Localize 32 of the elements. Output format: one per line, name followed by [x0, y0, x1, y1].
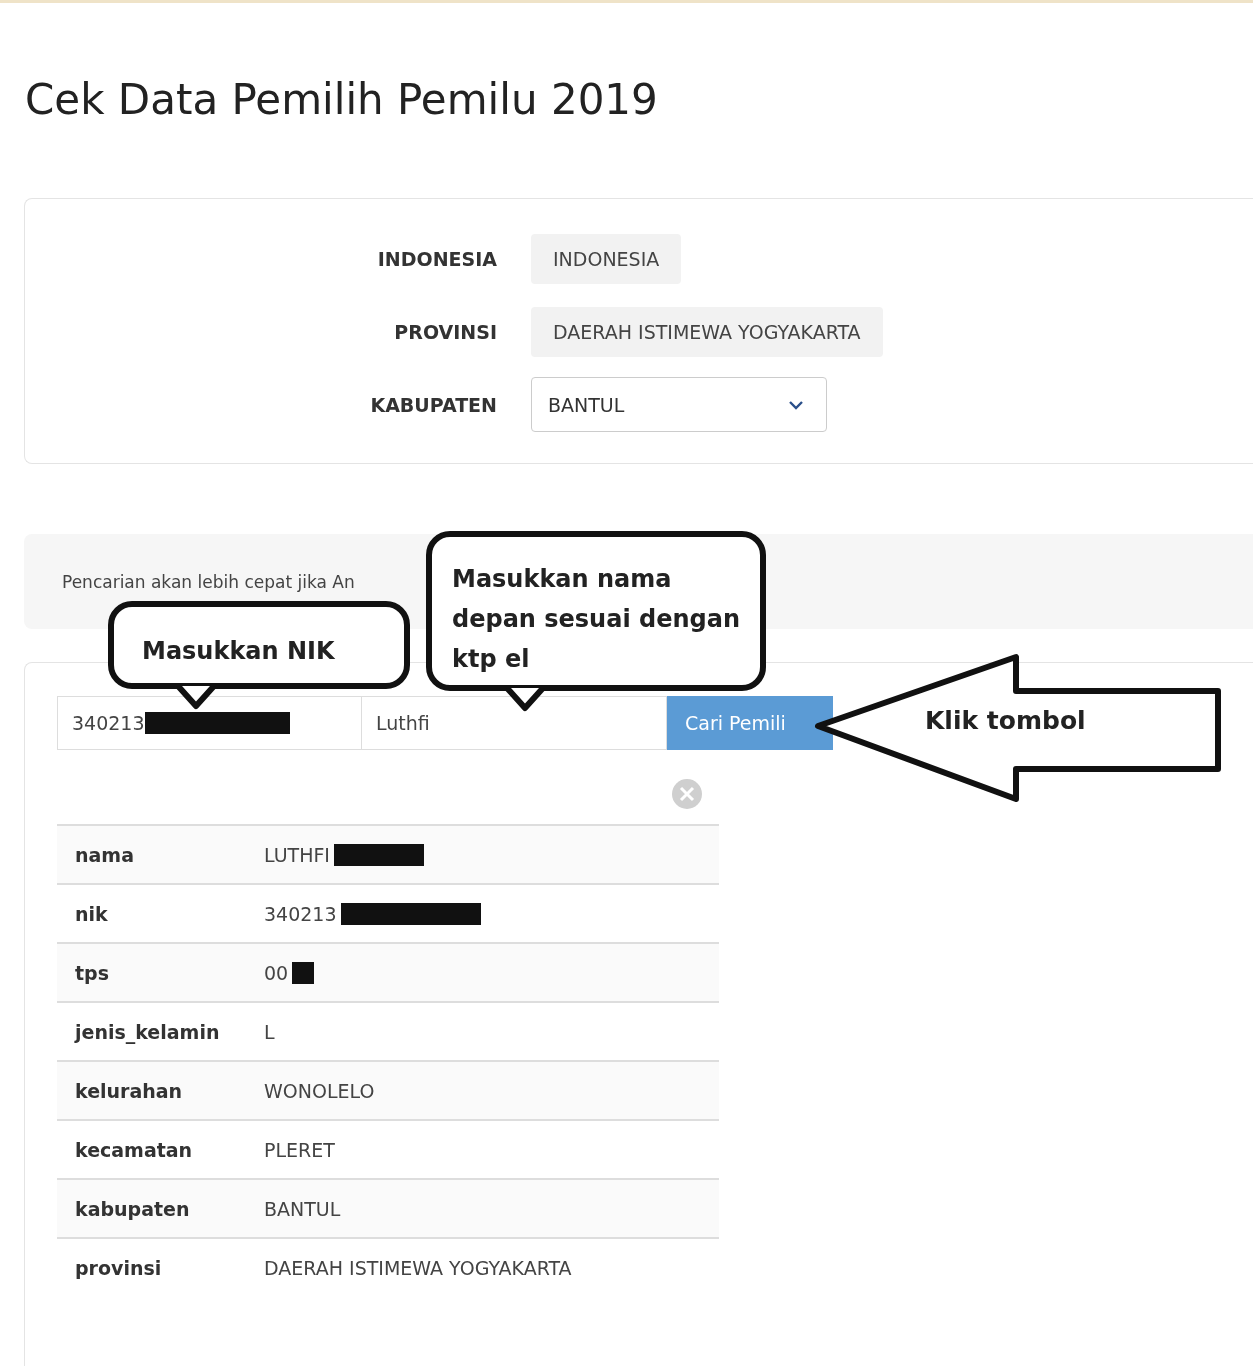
- field-value-cell: BANTUL: [264, 1197, 341, 1220]
- callout: Masukkan NIK: [108, 601, 410, 689]
- field-value-cell: DAERAH ISTIMEWA YOGYAKARTA: [264, 1256, 572, 1279]
- callout: Masukkan nama depan sesuai dengan ktp el: [426, 531, 766, 691]
- chevron-down-icon: [788, 399, 804, 410]
- field-name-cell-text: kelurahan: [75, 1079, 184, 1102]
- readonly-field: DAERAH ISTIMEWA YOGYAKARTA: [531, 306, 883, 357]
- field-name-cell-text: kecamatan: [75, 1138, 194, 1161]
- field-value-cell: L: [264, 1020, 275, 1043]
- field-name-cell-text: nama: [75, 843, 135, 866]
- clear-icon[interactable]: [671, 778, 703, 810]
- field-label: PROVINSI: [393, 320, 497, 343]
- field-value-cell: 00: [264, 961, 289, 984]
- field-value-cell: PLERET: [264, 1138, 335, 1161]
- field-value-cell: 340213: [264, 902, 337, 925]
- nik-input[interactable]: 340213: [57, 696, 362, 750]
- field-value-cell: WONOLELO: [264, 1079, 375, 1102]
- arrow-label: Klik tombol: [925, 706, 1086, 735]
- field-name-cell-text: jenis_kelamin: [75, 1020, 221, 1043]
- readonly-field: INDONESIA: [531, 233, 682, 284]
- field-name-cell-text: provinsi: [75, 1256, 163, 1279]
- page-title: Cek Data Pemilih Pemilu 2019: [24, 74, 659, 126]
- field-value-cell: LUTHFI: [264, 843, 330, 866]
- field-label: INDONESIA: [376, 247, 497, 270]
- callout-tail: [176, 686, 216, 710]
- kabupaten-select[interactable]: BANTUL: [531, 377, 827, 432]
- field-label: KABUPATEN: [369, 393, 497, 416]
- field-name-cell-text: nik: [75, 902, 109, 925]
- field-name-cell-text: kabupaten: [75, 1197, 191, 1220]
- callout-tail: [505, 688, 545, 712]
- notice-text: Pencarian akan lebih cepat jika An: [62, 571, 355, 592]
- field-name-cell-text: tps: [75, 961, 110, 984]
